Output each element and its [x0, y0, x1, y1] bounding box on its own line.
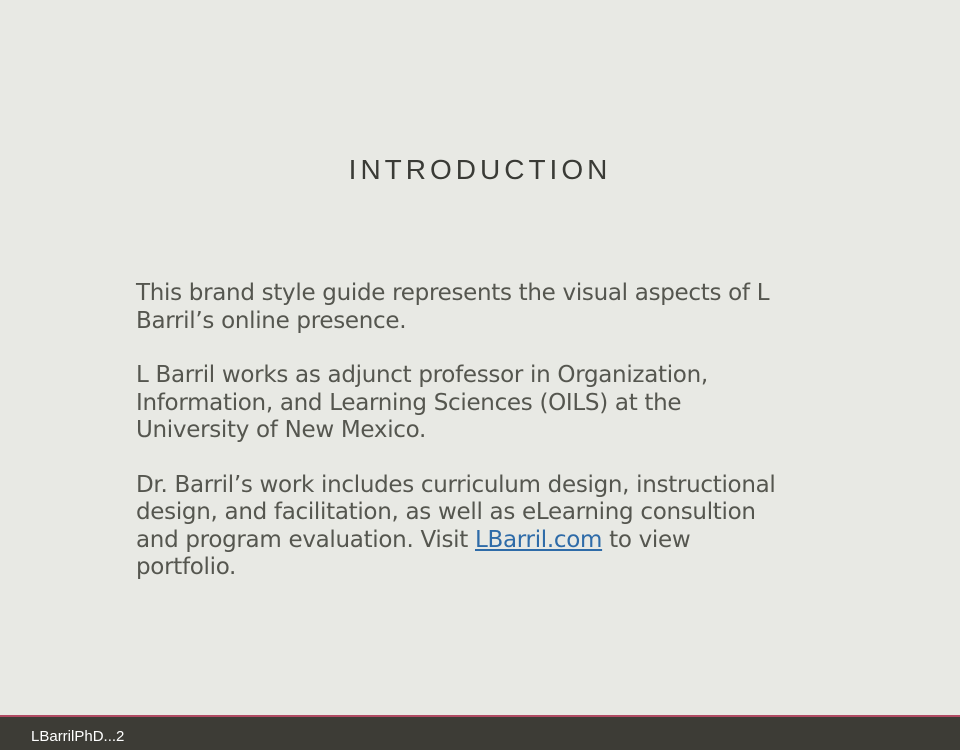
- paragraph-work: Dr. Barril’s work includes curriculum de…: [136, 472, 796, 582]
- slide-page: INTRODUCTION This brand style guide repr…: [0, 0, 960, 750]
- paragraph-role: L Barril works as adjunct professor in O…: [136, 362, 708, 443]
- slide-title: INTRODUCTION: [348, 154, 612, 185]
- paragraph-intro: This brand style guide represents the vi…: [136, 280, 770, 334]
- portfolio-link[interactable]: LBarril.com: [475, 527, 602, 553]
- footer-label: LBarrilPhD...2: [31, 728, 125, 745]
- slide-body: This brand style guide represents the vi…: [136, 280, 796, 609]
- footer-bar: LBarrilPhD...2: [0, 715, 960, 750]
